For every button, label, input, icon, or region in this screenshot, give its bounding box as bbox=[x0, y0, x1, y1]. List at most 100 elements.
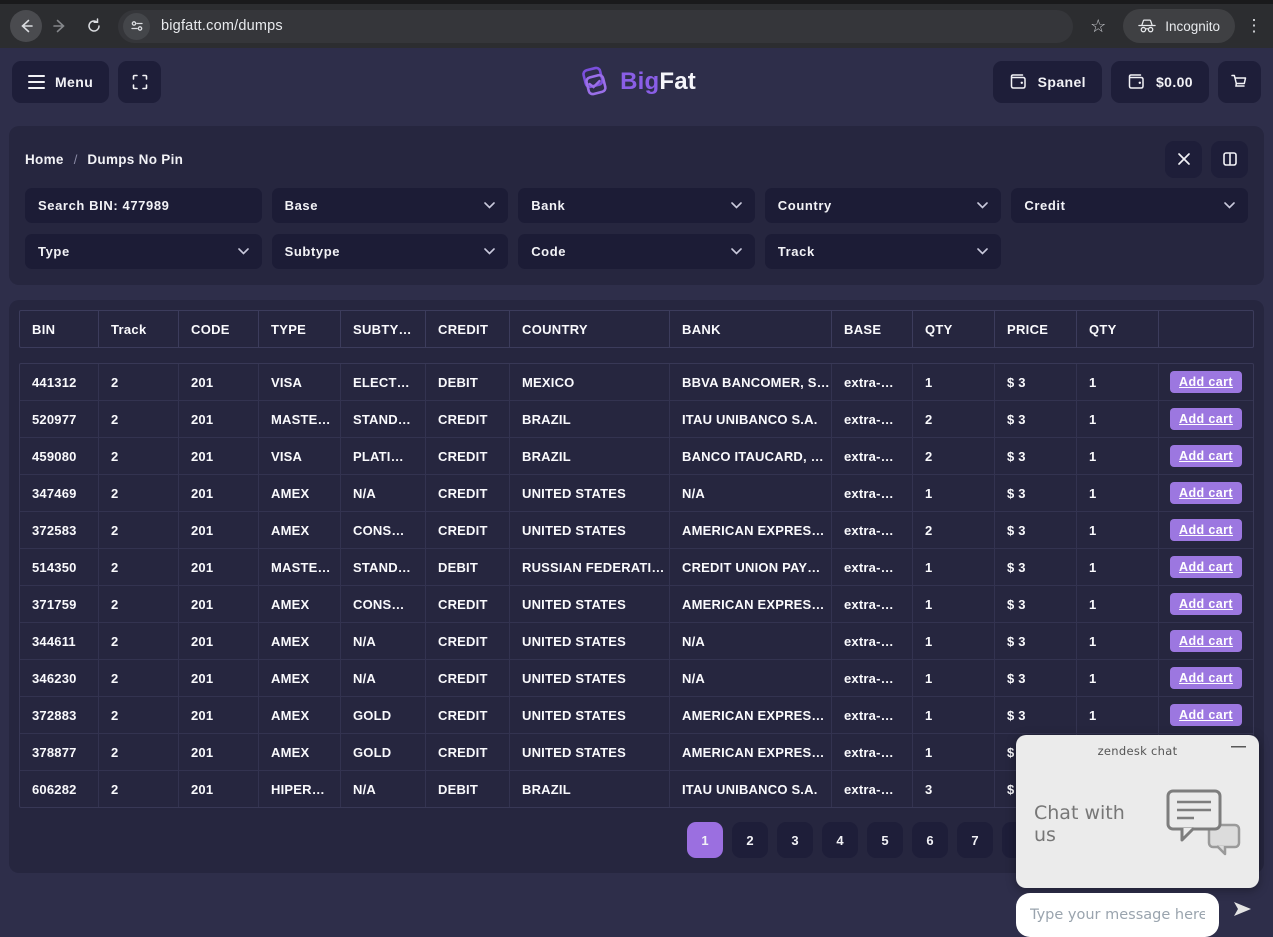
page-button-3[interactable]: 3 bbox=[777, 822, 813, 858]
bigfat-logo-icon bbox=[577, 66, 611, 98]
menu-button[interactable]: Menu bbox=[12, 61, 109, 103]
columns-toggle-button[interactable] bbox=[1211, 141, 1248, 178]
cell: AMEX bbox=[259, 623, 341, 659]
add-cart-button[interactable]: Add cart bbox=[1170, 371, 1242, 393]
cart-cell: Add cart bbox=[1159, 401, 1253, 437]
filter-dropdown-bank[interactable]: Bank bbox=[518, 188, 755, 223]
cell: UNITED STATES bbox=[510, 660, 670, 696]
forward-arrow-icon bbox=[52, 18, 68, 34]
cell: UNITED STATES bbox=[510, 623, 670, 659]
add-cart-button[interactable]: Add cart bbox=[1170, 667, 1242, 689]
filter-dropdown-subtype[interactable]: Subtype bbox=[272, 234, 509, 269]
cell: MASTE… bbox=[259, 549, 341, 585]
cell: CREDIT bbox=[426, 475, 510, 511]
cell: 1 bbox=[913, 734, 995, 770]
breadcrumb-separator: / bbox=[74, 152, 78, 167]
filter-dropdown-country[interactable]: Country bbox=[765, 188, 1002, 223]
cell: CONS… bbox=[341, 586, 426, 622]
cell: AMERICAN EXPRES… bbox=[670, 512, 832, 548]
cell: 1 bbox=[913, 549, 995, 585]
cell: CREDIT bbox=[426, 438, 510, 474]
cell: CREDIT UNION PAY… bbox=[670, 549, 832, 585]
add-cart-button[interactable]: Add cart bbox=[1170, 556, 1242, 578]
bookmark-star-icon[interactable]: ☆ bbox=[1083, 16, 1113, 37]
cell: 371759 bbox=[20, 586, 99, 622]
chat-minimize-button[interactable]: — bbox=[1231, 738, 1246, 755]
browser-forward-button[interactable] bbox=[44, 10, 76, 42]
cell: 2 bbox=[99, 660, 179, 696]
address-bar[interactable]: bigfatt.com/dumps bbox=[118, 10, 1073, 43]
cell: 201 bbox=[179, 623, 259, 659]
page-button-7[interactable]: 7 bbox=[957, 822, 993, 858]
cell: extra-… bbox=[832, 475, 913, 511]
chevron-down-icon bbox=[484, 248, 495, 255]
cell: ELECT… bbox=[341, 364, 426, 400]
filter-dropdown-type[interactable]: Type bbox=[25, 234, 262, 269]
page-button-4[interactable]: 4 bbox=[822, 822, 858, 858]
cell: 1 bbox=[1077, 364, 1159, 400]
cell: CONS… bbox=[341, 512, 426, 548]
cell: N/A bbox=[341, 475, 426, 511]
cell: DEBIT bbox=[426, 549, 510, 585]
chat-send-button[interactable] bbox=[1231, 899, 1255, 924]
filter-dropdown-credit[interactable]: Credit bbox=[1011, 188, 1248, 223]
add-cart-button[interactable]: Add cart bbox=[1170, 593, 1242, 615]
cell: AMEX bbox=[259, 697, 341, 733]
cell: BRAZIL bbox=[510, 771, 670, 807]
incognito-label: Incognito bbox=[1165, 19, 1220, 34]
page-button-2[interactable]: 2 bbox=[732, 822, 768, 858]
browser-back-button[interactable] bbox=[10, 10, 42, 42]
browser-menu-icon[interactable]: ⋮ bbox=[1245, 16, 1263, 36]
add-cart-button[interactable]: Add cart bbox=[1170, 704, 1242, 726]
filter-dropdown-code[interactable]: Code bbox=[518, 234, 755, 269]
page-button-5[interactable]: 5 bbox=[867, 822, 903, 858]
cell: 1 bbox=[913, 660, 995, 696]
spanel-button[interactable]: Spanel bbox=[993, 61, 1102, 103]
site-settings-icon[interactable] bbox=[123, 13, 150, 40]
column-header-bin: BIN bbox=[20, 311, 99, 347]
filter-label: Base bbox=[285, 198, 485, 213]
cell: 201 bbox=[179, 438, 259, 474]
refresh-icon bbox=[86, 18, 102, 34]
cell: 2 bbox=[99, 734, 179, 770]
table-header-row: BINTrackCODETYPESUBTY…CREDITCOUNTRYBANKB… bbox=[19, 310, 1254, 348]
add-cart-button[interactable]: Add cart bbox=[1170, 445, 1242, 467]
column-header-cart bbox=[1159, 311, 1253, 347]
cell: 1 bbox=[913, 364, 995, 400]
cell: extra-… bbox=[832, 734, 913, 770]
cell: 201 bbox=[179, 512, 259, 548]
filter-dropdown-track[interactable]: Track bbox=[765, 234, 1002, 269]
add-cart-button[interactable]: Add cart bbox=[1170, 482, 1242, 504]
logo-text: BigFat bbox=[620, 68, 696, 96]
chevron-down-icon bbox=[484, 202, 495, 209]
page-button-6[interactable]: 6 bbox=[912, 822, 948, 858]
cell: extra-… bbox=[832, 512, 913, 548]
search-bin-input[interactable] bbox=[25, 188, 262, 223]
cell: 514350 bbox=[20, 549, 99, 585]
cell: VISA bbox=[259, 364, 341, 400]
filter-label: Type bbox=[38, 244, 238, 259]
chat-input-bar bbox=[1016, 893, 1219, 937]
logo[interactable]: BigFat bbox=[577, 66, 696, 98]
column-header-credit: CREDIT bbox=[426, 311, 510, 347]
add-cart-button[interactable]: Add cart bbox=[1170, 519, 1242, 541]
balance-button[interactable]: $0.00 bbox=[1111, 61, 1209, 103]
cell: AMEX bbox=[259, 512, 341, 548]
cell: $ 3 bbox=[995, 512, 1077, 548]
cell: $ 3 bbox=[995, 475, 1077, 511]
page-button-1[interactable]: 1 bbox=[687, 822, 723, 858]
fullscreen-button[interactable] bbox=[118, 61, 161, 103]
cell: BRAZIL bbox=[510, 401, 670, 437]
cell: STAND… bbox=[341, 549, 426, 585]
add-cart-button[interactable]: Add cart bbox=[1170, 630, 1242, 652]
chevron-down-icon bbox=[977, 202, 988, 209]
filter-dropdown-base[interactable]: Base bbox=[272, 188, 509, 223]
cell: MEXICO bbox=[510, 364, 670, 400]
add-cart-button[interactable]: Add cart bbox=[1170, 408, 1242, 430]
cell: 201 bbox=[179, 549, 259, 585]
browser-refresh-button[interactable] bbox=[78, 10, 110, 42]
breadcrumb-home[interactable]: Home bbox=[25, 152, 64, 167]
cart-button[interactable] bbox=[1218, 61, 1261, 103]
chat-message-input[interactable] bbox=[1028, 906, 1207, 924]
close-filters-button[interactable] bbox=[1165, 141, 1202, 178]
